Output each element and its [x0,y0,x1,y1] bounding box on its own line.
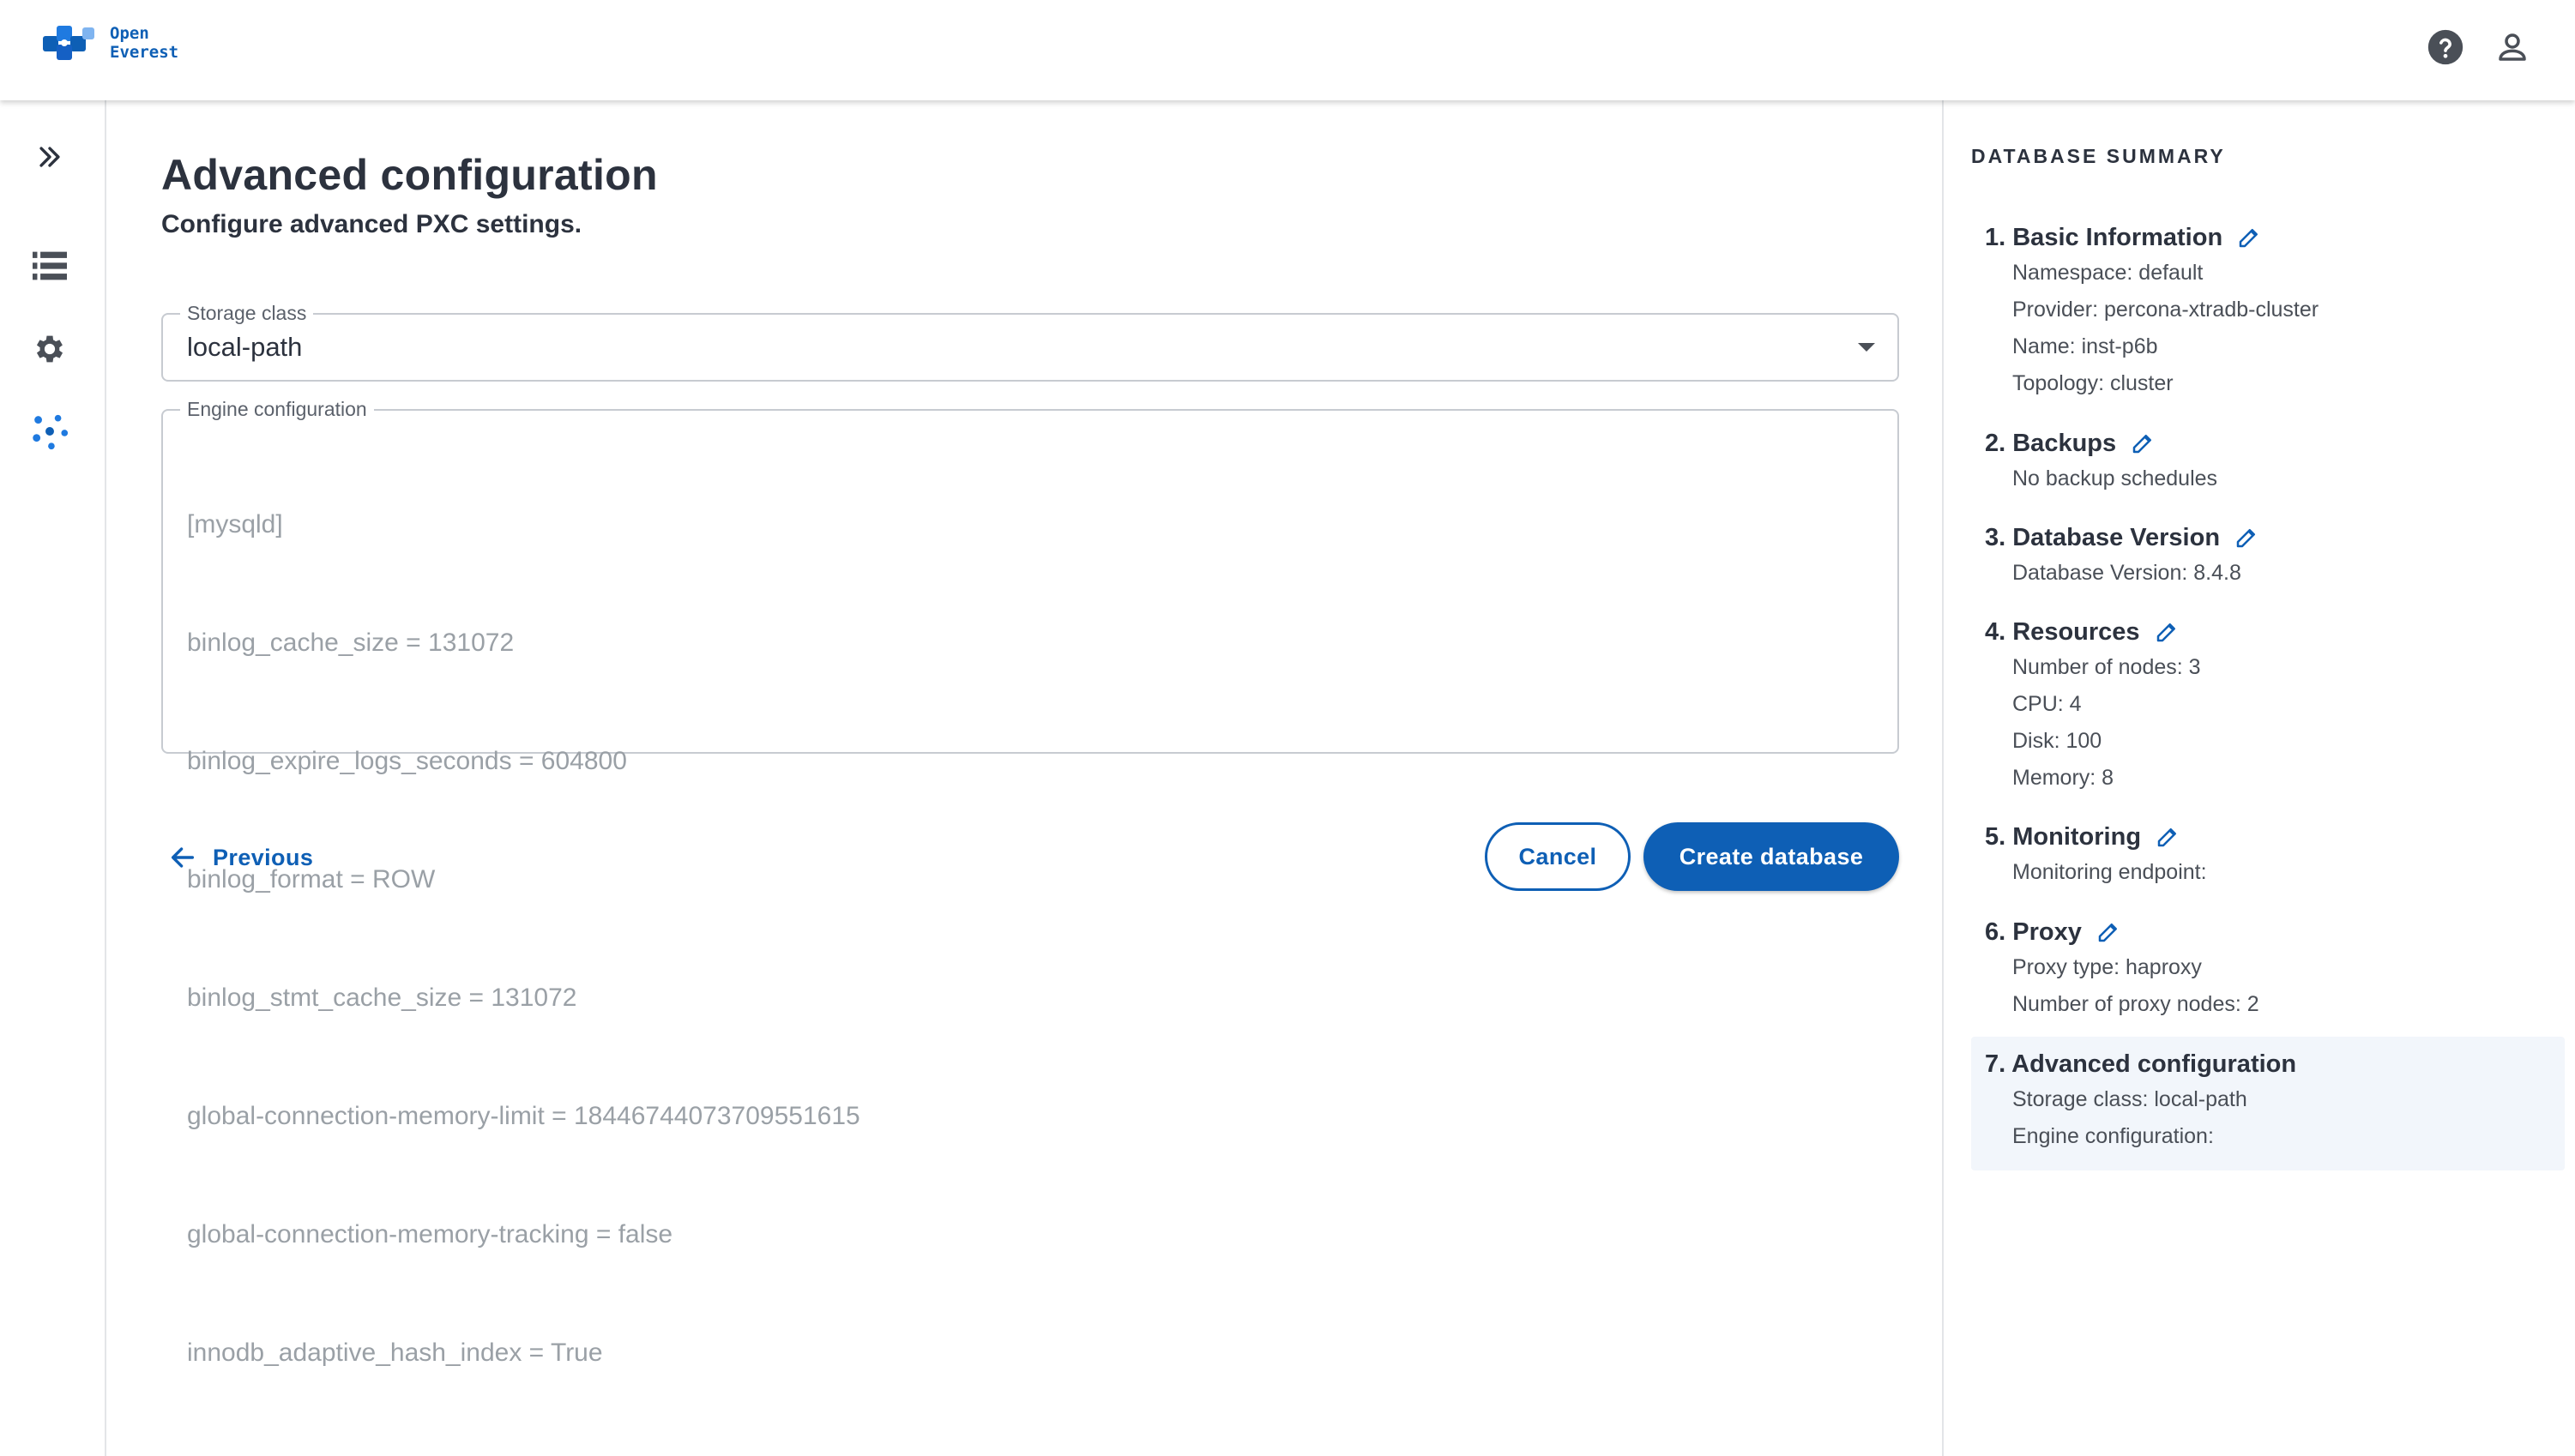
previous-label: Previous [213,844,314,870]
help-circle-icon [2427,29,2463,65]
main-content: Advanced configuration Configure advance… [106,100,1942,1456]
double-chevron-right-icon [39,147,60,167]
summary-line: No backup schedules [2012,466,2218,490]
logo-text: Open Everest [110,24,178,62]
summary-line: Name: inst-p6b [2012,334,2158,358]
nav-namespaces[interactable] [27,409,72,454]
database-list-icon [33,251,67,280]
pencil-icon [2157,828,2177,847]
summary-line: Namespace: default [2012,261,2204,285]
engine-config-line: binlog_cache_size = 131072 [187,629,515,657]
top-app-bar: Open Everest [0,0,2575,100]
user-account-button[interactable] [2491,26,2534,69]
logo-line-everest: Everest [110,43,179,62]
engine-config-line: innodb_adaptive_hash_index = True [187,1339,603,1367]
edit-proxy-button[interactable] [2096,918,2123,946]
summary-heading: 4. Resources [1985,617,2140,646]
logo-line-open: Open [110,24,149,43]
arrow-left-icon [171,847,195,868]
pencil-icon [2239,229,2258,248]
summary-line: Topology: cluster [2012,371,2174,395]
summary-line: Provider: percona-xtradb-cluster [2012,298,2319,322]
engine-configuration-label: Engine configuration [180,397,374,421]
nav-databases[interactable] [27,244,72,288]
edit-database-version-button[interactable] [2234,524,2261,551]
summary-line: Number of nodes: 3 [2012,655,2201,679]
user-account-icon [2499,33,2526,61]
nodes-dots-icon [33,414,69,450]
previous-button[interactable]: Previous [168,833,313,881]
storage-class-select[interactable]: Storage class local-path [161,301,1899,382]
edit-backups-button[interactable] [2130,430,2157,457]
summary-section-resources: 4. Resources Number of nodes: 3 CPU: 4 D… [1971,615,2565,797]
page-subtitle: Configure advanced PXC settings. [161,210,582,238]
summary-heading: 7. Advanced configuration [1985,1050,2297,1078]
engine-configuration-textarea[interactable]: Engine configuration [mysqld] binlog_cac… [161,397,1899,1367]
summary-line: Memory: 8 [2012,766,2114,790]
engine-config-line: global-connection-memory-limit = 1844674… [187,1102,860,1130]
summary-line: Disk: 100 [2012,729,2102,753]
summary-line: Storage class: local-path [2012,1087,2247,1111]
help-button[interactable] [2424,26,2467,69]
summary-line: Monitoring endpoint: [2012,860,2207,884]
summary-section-database-version: 3. Database Version Database Version: 8.… [1971,520,2565,592]
summary-line: Proxy type: haproxy [2012,955,2202,979]
pencil-icon [2098,924,2117,942]
pencil-icon [2236,529,2256,548]
navigation-rail [0,100,106,1456]
pencil-icon [2132,435,2152,454]
summary-title: DATABASE SUMMARY [1971,145,2226,167]
summary-line: Number of proxy nodes: 2 [2012,992,2259,1016]
engine-config-line: global-connection-memory-tracking = fals… [187,1220,673,1248]
edit-resources-button[interactable] [2154,618,2181,646]
summary-section-proxy: 6. Proxy Proxy type: haproxy Number of p… [1971,915,2565,1023]
summary-line: Engine configuration: [2012,1124,2214,1148]
summary-heading: 2. Backups [1985,429,2117,457]
open-everest-logo[interactable]: Open Everest [39,19,178,67]
engine-config-line: binlog_stmt_cache_size = 131072 [187,984,577,1012]
engine-config-line: binlog_expire_logs_seconds = 604800 [187,747,627,775]
summary-section-advanced-configuration: 7. Advanced configuration Storage class:… [1971,1037,2565,1170]
cancel-button[interactable]: Cancel [1485,822,1631,891]
expand-drawer-button[interactable] [27,135,72,179]
summary-line: CPU: 4 [2012,692,2082,716]
summary-section-basic-information: 1. Basic Information Namespace: default … [1971,220,2565,402]
storage-class-label: Storage class [180,301,314,325]
gear-icon [36,335,63,363]
summary-section-backups: 2. Backups No backup schedules [1971,426,2565,497]
pencil-icon [2156,623,2175,642]
summary-heading: 3. Database Version [1985,523,2221,551]
database-summary-panel: DATABASE SUMMARY 1. Basic Information Na… [1942,100,2575,1456]
edit-basic-information-button[interactable] [2236,224,2264,251]
summary-heading: 5. Monitoring [1985,822,2142,851]
dropdown-arrow-icon [1858,343,1875,352]
edit-monitoring-button[interactable] [2155,823,2182,851]
create-database-button[interactable]: Create database [1643,822,1899,891]
summary-line: Database Version: 8.4.8 [2012,561,2241,585]
summary-heading: 6. Proxy [1985,918,2082,946]
engine-config-line: [mysqld] [187,510,283,538]
page-title: Advanced configuration [161,151,658,199]
summary-heading: 1. Basic Information [1985,223,2223,251]
summary-section-monitoring: 5. Monitoring Monitoring endpoint: [1971,820,2565,891]
engine-configuration-content: [mysqld] binlog_cache_size = 131072 binl… [187,426,860,1452]
logo-puzzle-icon [43,26,94,60]
nav-settings[interactable] [27,327,72,371]
storage-class-value: local-path [187,332,303,362]
